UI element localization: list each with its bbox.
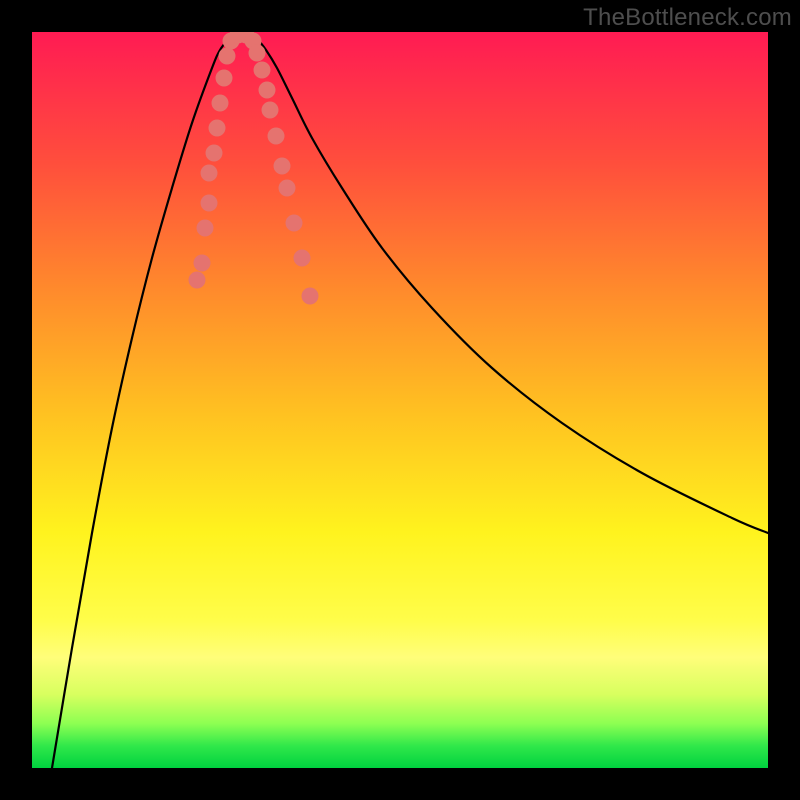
data-point xyxy=(259,82,276,99)
data-point xyxy=(219,48,236,65)
data-point xyxy=(249,45,266,62)
data-dots xyxy=(32,32,768,768)
data-point xyxy=(279,180,296,197)
data-point xyxy=(197,220,214,237)
data-point xyxy=(194,255,211,272)
data-point xyxy=(206,145,223,162)
data-point xyxy=(274,158,291,175)
data-point xyxy=(268,128,285,145)
data-point xyxy=(302,288,319,305)
data-point xyxy=(201,165,218,182)
data-point xyxy=(216,70,233,87)
data-point xyxy=(254,62,271,79)
data-point xyxy=(294,250,311,267)
data-point xyxy=(262,102,279,119)
data-point xyxy=(189,272,206,289)
data-point xyxy=(286,215,303,232)
data-point xyxy=(201,195,218,212)
data-point xyxy=(212,95,229,112)
watermark-text: TheBottleneck.com xyxy=(583,4,792,32)
plot-area xyxy=(32,32,768,768)
data-point xyxy=(209,120,226,137)
chart-frame: TheBottleneck.com xyxy=(0,0,800,800)
